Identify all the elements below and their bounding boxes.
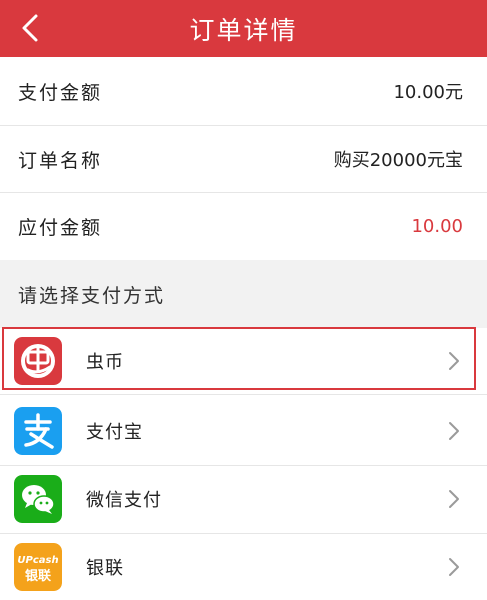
header-bar: 订单详情 <box>0 0 487 57</box>
divider <box>0 394 487 395</box>
payment-method-unionpay[interactable]: UPcash 银联 银联 <box>0 534 487 600</box>
payment-method-chongbi[interactable]: 虫币 <box>0 328 487 394</box>
pay-amount-row: 支付金额 10.00元 <box>0 58 487 124</box>
due-amount-label: 应付金额 <box>18 216 103 239</box>
payment-method-label: 银联 <box>86 558 124 579</box>
payment-method-alipay[interactable]: 支付宝 <box>0 398 487 464</box>
due-amount-row: 应付金额 10.00 <box>0 193 487 259</box>
page-title: 订单详情 <box>189 15 298 45</box>
chevron-right-icon <box>449 422 459 440</box>
order-name-label: 订单名称 <box>18 149 103 172</box>
payment-method-label: 虫币 <box>86 352 124 373</box>
unionpay-logo-icon: UPcash 银联 <box>14 543 62 591</box>
chevron-right-icon <box>449 558 459 576</box>
pay-amount-value: 10.00元 <box>393 82 463 103</box>
wechat-logo-icon <box>14 475 62 523</box>
pay-amount-label: 支付金额 <box>18 81 103 104</box>
chongbi-logo-icon <box>14 337 62 385</box>
chevron-right-icon <box>449 490 459 508</box>
svg-text:UPcash: UPcash <box>17 555 58 566</box>
order-name-row: 订单名称 购买20000元宝 <box>0 126 487 192</box>
payment-method-label: 支付宝 <box>86 422 143 443</box>
alipay-logo-icon <box>14 407 62 455</box>
payment-section-title: 请选择支付方式 <box>0 260 487 328</box>
chevron-right-icon <box>449 352 459 370</box>
payment-method-label: 微信支付 <box>86 490 162 511</box>
order-name-value: 购买20000元宝 <box>333 150 463 171</box>
svg-text:银联: 银联 <box>25 568 51 584</box>
payment-method-wechat[interactable]: 微信支付 <box>0 466 487 532</box>
due-amount-value: 10.00 <box>411 215 463 237</box>
